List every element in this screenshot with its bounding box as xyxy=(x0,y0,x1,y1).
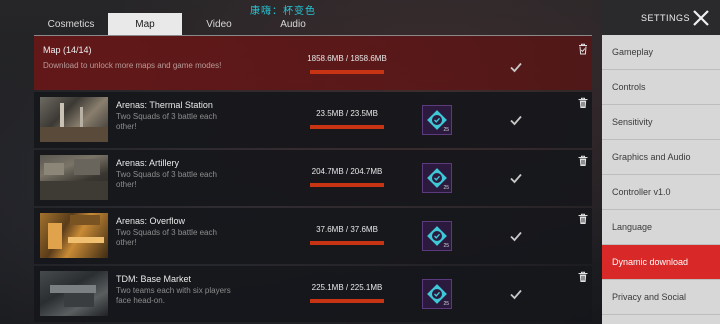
settings-sidebar: SETTINGS Gameplay Controls Sensitivity G… xyxy=(602,0,720,324)
downloaded-badge: 25 xyxy=(422,279,452,309)
sidebar-item-sensitivity[interactable]: Sensitivity xyxy=(602,105,720,140)
sidebar-item-privacy-social[interactable]: Privacy and Social xyxy=(602,280,720,315)
map-size: 23.5MB / 23.5MB xyxy=(316,109,378,118)
trash-check-icon[interactable] xyxy=(577,42,589,55)
map-size: 225.1MB / 225.1MB xyxy=(311,283,383,292)
tab-cosmetics[interactable]: Cosmetics xyxy=(34,13,108,35)
check-icon xyxy=(509,113,523,127)
check-icon xyxy=(509,229,523,243)
sidebar-item-controller[interactable]: Controller v1.0 xyxy=(602,175,720,210)
map-row[interactable]: Arenas: Artillery Two Squads of 3 battle… xyxy=(34,150,592,206)
downloaded-badge: 25 xyxy=(422,163,452,193)
tab-map[interactable]: Map xyxy=(108,13,182,35)
map-thumbnail xyxy=(40,155,108,200)
map-row[interactable]: Arenas: Thermal Station Two Squads of 3 … xyxy=(34,92,592,148)
close-x-icon[interactable] xyxy=(692,9,710,27)
badge-number: 25 xyxy=(443,301,449,307)
sidebar-item-dynamic-download[interactable]: Dynamic download xyxy=(602,245,720,280)
map-download-panel: Map (14/14) Download to unlock more maps… xyxy=(34,36,592,322)
badge-number: 25 xyxy=(443,243,449,249)
trash-icon[interactable] xyxy=(577,270,589,282)
check-icon xyxy=(509,287,523,301)
tab-video[interactable]: Video xyxy=(182,13,256,35)
check-icon xyxy=(509,171,523,185)
map-pack-title: Map (14/14) xyxy=(43,45,92,55)
badge-number: 25 xyxy=(443,127,449,133)
sidebar-item-graphics-audio[interactable]: Graphics and Audio xyxy=(602,140,720,175)
map-description: Two Squads of 3 battle each other! xyxy=(116,170,217,189)
sidebar-item-gameplay[interactable]: Gameplay xyxy=(602,35,720,70)
map-title: TDM: Base Market xyxy=(116,274,192,284)
map-pack-size: 1858.6MB / 1858.6MB xyxy=(307,54,387,63)
tab-audio[interactable]: Audio xyxy=(256,13,330,35)
check-icon xyxy=(509,60,523,74)
map-progress-bar xyxy=(310,299,384,303)
sidebar-item-language[interactable]: Language xyxy=(602,210,720,245)
map-title: Arenas: Artillery xyxy=(116,158,180,168)
map-progress-bar xyxy=(310,241,384,245)
map-title: Arenas: Thermal Station xyxy=(116,100,213,110)
downloaded-badge: 25 xyxy=(422,221,452,251)
map-size: 37.6MB / 37.6MB xyxy=(316,225,378,234)
map-row[interactable]: Arenas: Overflow Two Squads of 3 battle … xyxy=(34,208,592,264)
downloaded-badge: 25 xyxy=(422,105,452,135)
trash-icon[interactable] xyxy=(577,154,589,166)
map-description: Two Squads of 3 battle each other! xyxy=(116,228,217,247)
map-thumbnail xyxy=(40,271,108,316)
settings-header: SETTINGS xyxy=(602,0,720,35)
map-pack-header[interactable]: Map (14/14) Download to unlock more maps… xyxy=(34,36,592,90)
trash-icon[interactable] xyxy=(577,212,589,224)
map-description: Two teams each with six players face hea… xyxy=(116,286,231,305)
map-description: Two Squads of 3 battle each other! xyxy=(116,112,217,131)
map-thumbnail xyxy=(40,97,108,142)
badge-number: 25 xyxy=(443,185,449,191)
map-progress-bar xyxy=(310,125,384,129)
map-pack-subtitle: Download to unlock more maps and game mo… xyxy=(43,61,222,70)
map-pack-progress-bar xyxy=(310,70,384,74)
tab-bar: Cosmetics Map Video Audio xyxy=(34,13,592,35)
sidebar-item-controls[interactable]: Controls xyxy=(602,70,720,105)
map-title: Arenas: Overflow xyxy=(116,216,186,226)
settings-title: SETTINGS xyxy=(640,12,690,23)
trash-icon[interactable] xyxy=(577,96,589,108)
map-thumbnail xyxy=(40,213,108,258)
map-row[interactable]: TDM: Base Market Two teams each with six… xyxy=(34,266,592,322)
map-progress-bar xyxy=(310,183,384,187)
map-size: 204.7MB / 204.7MB xyxy=(311,167,383,176)
